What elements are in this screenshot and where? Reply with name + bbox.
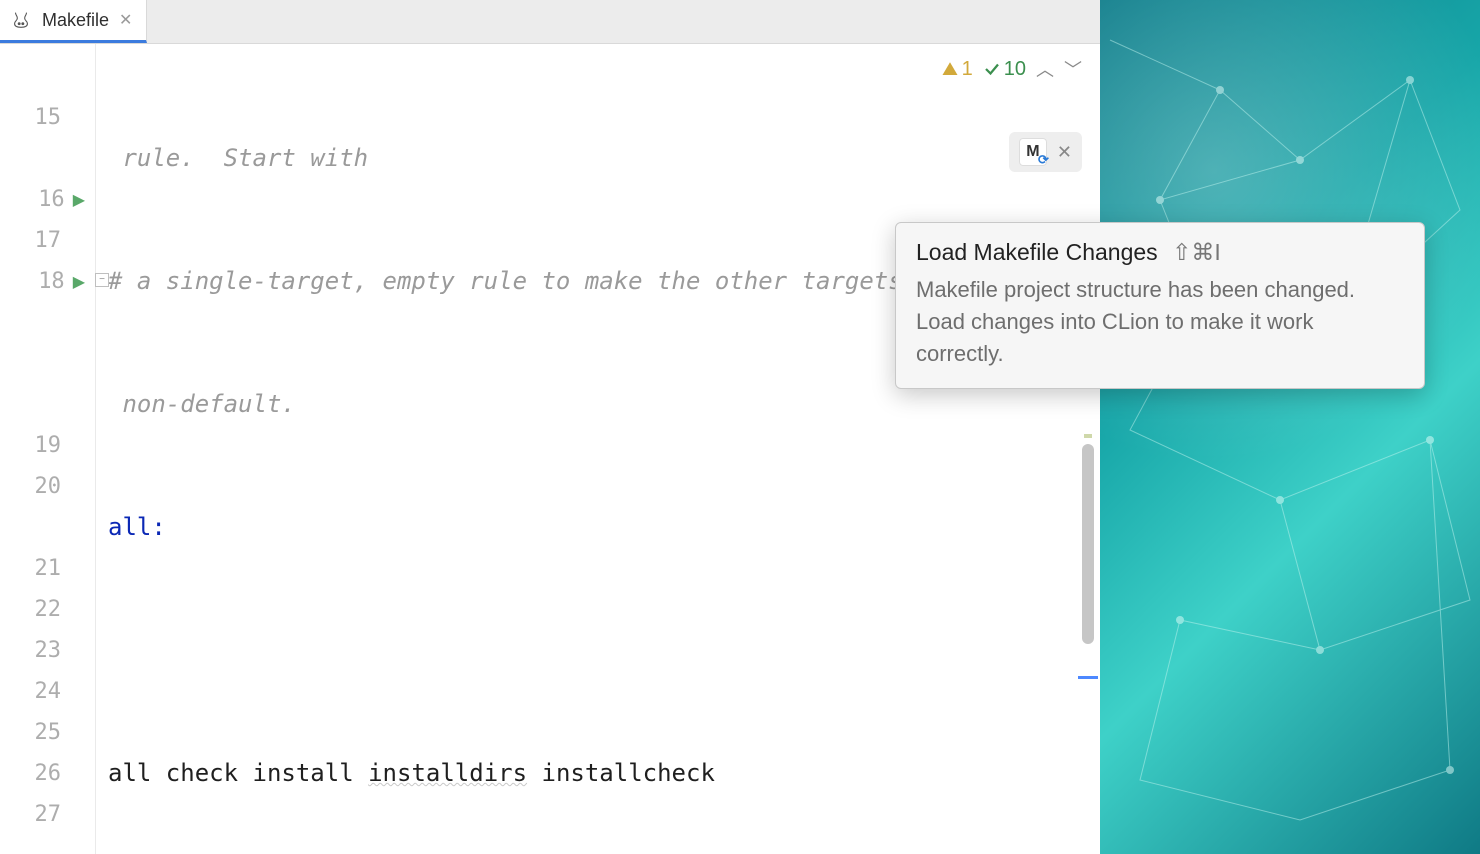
line-number: 16 [27,187,65,212]
scrollbar[interactable] [1082,104,1094,854]
tab-bar: Makefile ✕ [0,0,1100,44]
gutter-row [0,343,95,384]
tab-makefile[interactable]: Makefile ✕ [0,0,147,43]
gutter-row: 27 [0,794,95,835]
tooltip-load-changes: Load Makefile Changes ⇧⌘I Makefile proje… [895,222,1425,389]
gutter-row: 17 [0,220,95,261]
editor-panel: Makefile ✕ 1 10 ︿ ﹀ M ⟳ ✕ 1516▶1718▶1920… [0,0,1100,854]
gutter-row: 16 ▶ [0,179,95,220]
close-icon[interactable]: ✕ [119,10,132,30]
gutter-row [0,302,95,343]
gutter-row: 25 [0,712,95,753]
fold-icon[interactable]: − [95,273,109,287]
desktop-background [1100,0,1480,854]
code-area[interactable]: 1 10 ︿ ﹀ M ⟳ ✕ 1516▶1718▶192021222324252… [0,44,1100,854]
scrollbar-thumb[interactable] [1082,444,1094,644]
gutter-row [0,384,95,425]
gutter-row: 22 [0,589,95,630]
caret-marker [1078,676,1098,679]
gutter-row: 20 [0,466,95,507]
tooltip-body: Makefile project structure has been chan… [916,274,1404,370]
gutter-row: 18 ▶ [0,261,95,302]
gutter-row: 24 [0,671,95,712]
run-gutter-icon[interactable]: ▶ [73,190,85,210]
line-number: 23 [23,638,61,663]
gutter-row: 21 [0,548,95,589]
gutter-row [0,507,95,548]
gutter: 15 16 ▶ 17 18 ▶ 19 20 21 22 23 24 25 26 27 [0,44,95,854]
tooltip-title: Load Makefile Changes ⇧⌘I [916,239,1404,266]
line-number: 24 [23,679,61,704]
gutter-row [0,56,95,97]
gutter-row: 23 [0,630,95,671]
line-number: 18 [27,269,65,294]
line-number: 27 [23,802,61,827]
line-number: 26 [23,761,61,786]
line-number: 21 [23,556,61,581]
line-number: 17 [23,228,61,253]
line-number: 25 [23,720,61,745]
tooltip-shortcut: ⇧⌘I [1172,239,1221,265]
line-number: 15 [23,105,61,130]
gutter-row [0,138,95,179]
gutter-row: 15 [0,97,95,138]
line-number: 20 [23,474,61,499]
code-content[interactable]: rule. Start with # a single-target, empt… [95,44,1100,854]
line-number: 19 [23,433,61,458]
line-number: 22 [23,597,61,622]
gnu-icon [10,9,32,31]
gutter-row: 19 [0,425,95,466]
tab-label: Makefile [42,10,109,31]
gutter-row: 26 [0,753,95,794]
run-gutter-icon[interactable]: ▶ [73,272,85,292]
